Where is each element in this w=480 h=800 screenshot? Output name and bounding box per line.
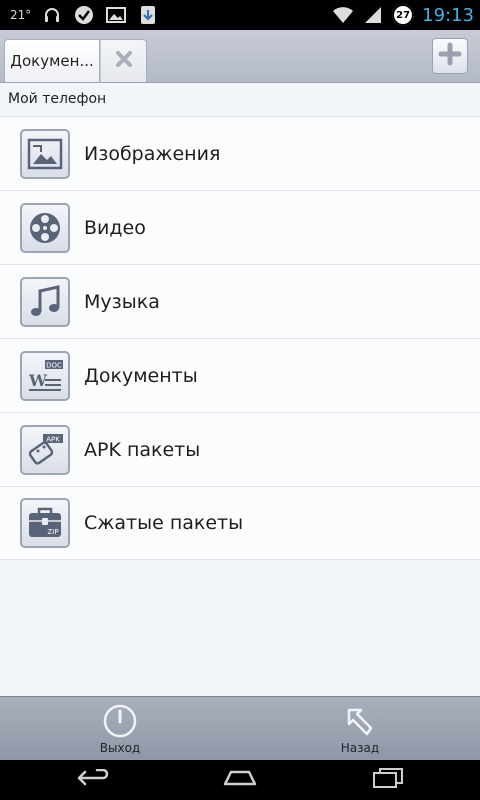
bottom-toolbar: Выход Назад bbox=[0, 696, 480, 761]
status-bar: 21° 27 19:13 bbox=[0, 0, 480, 30]
nav-recents-button[interactable] bbox=[368, 768, 408, 792]
category-apk[interactable]: APK APK пакеты bbox=[0, 412, 480, 486]
close-tab-button[interactable] bbox=[100, 39, 147, 82]
tab-bar: Докумен... bbox=[0, 30, 480, 83]
category-label: Видео bbox=[84, 216, 146, 239]
category-label: APK пакеты bbox=[84, 438, 201, 461]
notification-badge: 27 bbox=[392, 4, 415, 26]
nav-home-icon bbox=[222, 769, 258, 791]
category-list: Изображения Видео Музыка DOC W Документы … bbox=[0, 116, 480, 560]
headphones-icon bbox=[41, 4, 63, 26]
images-icon bbox=[20, 128, 70, 179]
wifi-icon bbox=[332, 4, 354, 26]
tab-label: Докумен... bbox=[10, 52, 94, 70]
status-left: 21° bbox=[10, 0, 159, 30]
close-icon bbox=[115, 50, 133, 72]
clock: 19:13 bbox=[422, 4, 474, 26]
category-label: Изображения bbox=[84, 142, 221, 165]
signal-icon bbox=[362, 4, 384, 26]
category-archives[interactable]: ZIP Сжатые пакеты bbox=[0, 486, 480, 560]
document-icon: DOC W bbox=[20, 350, 70, 401]
back-arrow-icon bbox=[342, 703, 378, 739]
system-nav-bar bbox=[0, 760, 480, 800]
temperature: 21° bbox=[10, 8, 32, 22]
status-right: 27 19:13 bbox=[332, 0, 474, 30]
svg-text:APK: APK bbox=[46, 435, 60, 443]
category-images[interactable]: Изображения bbox=[0, 116, 480, 190]
category-video[interactable]: Видео bbox=[0, 190, 480, 264]
svg-text:ZIP: ZIP bbox=[47, 528, 58, 536]
zip-icon: ZIP bbox=[20, 498, 70, 548]
image-icon bbox=[105, 4, 127, 26]
category-documents[interactable]: DOC W Документы bbox=[0, 338, 480, 412]
download-icon bbox=[137, 4, 159, 26]
svg-text:DOC: DOC bbox=[46, 361, 62, 369]
plus-icon bbox=[438, 42, 462, 70]
check-icon bbox=[73, 4, 95, 26]
category-label: Документы bbox=[84, 364, 198, 387]
exit-button[interactable]: Выход bbox=[60, 697, 180, 761]
exit-label: Выход bbox=[99, 741, 141, 755]
power-icon bbox=[102, 703, 138, 739]
back-label: Назад bbox=[340, 741, 380, 755]
nav-home-button[interactable] bbox=[220, 768, 260, 792]
nav-back-button[interactable] bbox=[72, 768, 112, 792]
current-location: Мой телефон bbox=[8, 91, 107, 107]
apk-icon: APK bbox=[20, 424, 70, 475]
category-label: Сжатые пакеты bbox=[84, 512, 244, 534]
nav-recents-icon bbox=[371, 767, 405, 793]
tab-documents[interactable]: Докумен... bbox=[4, 39, 100, 82]
add-tab-button[interactable] bbox=[432, 38, 468, 74]
category-label: Музыка bbox=[84, 290, 160, 313]
back-button[interactable]: Назад bbox=[300, 697, 420, 761]
main-content: Мой телефон Изображения Видео Музыка DOC… bbox=[0, 83, 480, 696]
nav-back-icon bbox=[75, 768, 109, 791]
category-music[interactable]: Музыка bbox=[0, 264, 480, 338]
video-reel-icon bbox=[20, 202, 70, 253]
music-note-icon bbox=[20, 276, 70, 327]
